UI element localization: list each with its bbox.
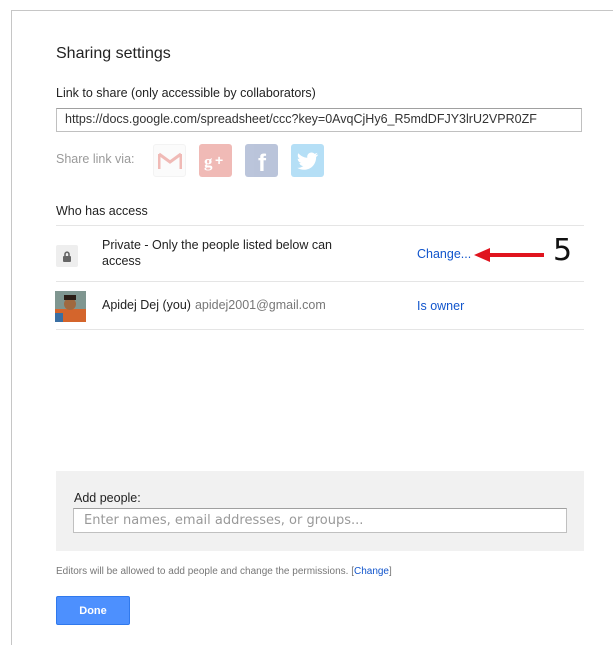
avatar: [55, 291, 86, 322]
sharing-dialog: Sharing settings Link to share (only acc…: [11, 10, 613, 645]
gmail-icon[interactable]: [153, 144, 186, 177]
annotation-step-number: 5: [553, 233, 573, 268]
lock-icon: [56, 245, 78, 267]
svg-text:+: +: [215, 152, 223, 168]
owner-role: Is owner: [417, 299, 465, 313]
change-visibility-link[interactable]: Change...: [417, 247, 471, 261]
svg-text:g: g: [204, 152, 213, 171]
private-access-description: Private - Only the people listed below c…: [102, 238, 332, 268]
google-plus-icon[interactable]: g +: [199, 144, 232, 177]
done-button[interactable]: Done: [56, 596, 130, 625]
who-has-access-label: Who has access: [56, 204, 148, 218]
footnote-bracket-close: ]: [389, 566, 392, 577]
link-to-share-label: Link to share (only accessible by collab…: [56, 86, 316, 100]
divider: [56, 225, 584, 226]
annotation-arrow-icon: [474, 248, 544, 262]
permissions-footnote: Editors will be allowed to add people an…: [56, 566, 392, 577]
add-people-panel: Add people: Enter names, email addresses…: [56, 471, 584, 551]
divider: [56, 281, 584, 282]
twitter-icon[interactable]: [291, 144, 324, 177]
add-people-input[interactable]: Enter names, email addresses, or groups.…: [73, 508, 567, 533]
change-permissions-link[interactable]: Change: [354, 566, 389, 577]
owner-name: Apidej Dej (you): [102, 298, 191, 312]
svg-text:f: f: [258, 150, 267, 173]
dialog-title: Sharing settings: [56, 45, 171, 62]
owner-entry: Apidej Dej (you) apidej2001@gmail.com: [102, 298, 326, 312]
share-link-field[interactable]: https://docs.google.com/spreadsheet/ccc?…: [56, 108, 582, 132]
facebook-icon[interactable]: f: [245, 144, 278, 177]
share-link-via-label: Share link via:: [56, 152, 135, 166]
footnote-text: Editors will be allowed to add people an…: [56, 566, 349, 577]
add-people-label: Add people:: [74, 491, 141, 505]
divider: [56, 329, 584, 330]
owner-email: apidej2001@gmail.com: [194, 298, 326, 312]
